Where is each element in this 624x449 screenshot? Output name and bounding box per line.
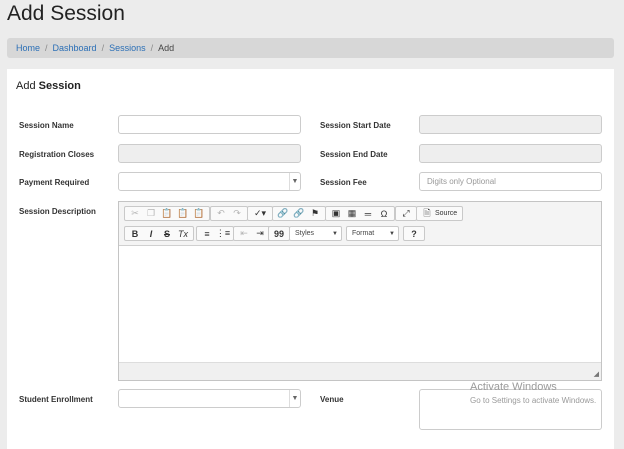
panel-title-prefix: Add xyxy=(16,80,39,92)
help-group: ? xyxy=(403,226,425,241)
breadcrumb-separator: / xyxy=(101,43,105,53)
copy-icon[interactable]: ❐ xyxy=(143,207,159,220)
italic-button[interactable]: I xyxy=(143,227,159,240)
link-group: 🔗 🔗 ⚑ xyxy=(272,206,326,221)
venue-label: Venue xyxy=(320,395,344,404)
undo-icon[interactable]: ↶ xyxy=(213,207,229,220)
chevron-down-icon: ▼ xyxy=(332,230,338,237)
special-char-icon[interactable]: Ω xyxy=(376,207,392,220)
undo-group: ↶ ↷ xyxy=(210,206,248,221)
breadcrumb-current: Add xyxy=(158,43,175,53)
table-icon[interactable]: ▦ xyxy=(344,207,360,220)
paste-text-icon[interactable]: 📋 xyxy=(175,207,191,220)
indent-icon[interactable]: ⇥ xyxy=(252,227,268,240)
rich-text-editor: ✂ ❐ 📋 📋 📋 ↶ ↷ ✓▾ 🔗 🔗 ⚑ ▣ ▦ ═ Ω ⤢ 🗎 Sourc… xyxy=(118,201,602,381)
student-enrollment-select[interactable]: ▼ xyxy=(118,389,301,408)
unlink-icon[interactable]: 🔗 xyxy=(291,207,307,220)
student-enrollment-label: Student Enrollment xyxy=(19,395,93,404)
session-description-label: Session Description xyxy=(19,207,96,216)
cut-icon[interactable]: ✂ xyxy=(127,207,143,220)
registration-closes-label: Registration Closes xyxy=(19,150,95,159)
strike-button[interactable]: S xyxy=(159,227,175,240)
remove-format-button[interactable]: Tx xyxy=(175,227,191,240)
payment-required-select[interactable]: ▼ xyxy=(118,172,301,191)
maximize-group: ⤢ xyxy=(395,206,417,221)
blockquote-group: 99 xyxy=(268,226,290,241)
help-button[interactable]: ? xyxy=(406,227,422,240)
activate-windows-subtitle: Go to Settings to activate Windows. xyxy=(470,396,597,405)
breadcrumb-separator: / xyxy=(150,43,154,53)
format-dropdown[interactable]: Format ▼ xyxy=(346,226,399,241)
numbered-list-icon[interactable]: ≡ xyxy=(199,227,215,240)
spellcheck-group: ✓▾ xyxy=(247,206,273,221)
anchor-flag-icon[interactable]: ⚑ xyxy=(307,207,323,220)
payment-required-label: Payment Required xyxy=(19,178,90,187)
session-start-date-label: Session Start Date xyxy=(320,121,391,130)
list-group: ≡ ⋮≡ xyxy=(196,226,234,241)
bold-button[interactable]: B xyxy=(127,227,143,240)
bulleted-list-icon[interactable]: ⋮≡ xyxy=(215,227,231,240)
blockquote-button[interactable]: 99 xyxy=(271,227,287,240)
image-icon[interactable]: ▣ xyxy=(328,207,344,220)
editor-footer: ◢ xyxy=(119,362,601,380)
session-end-date-label: Session End Date xyxy=(320,150,388,159)
resize-handle-icon[interactable]: ◢ xyxy=(594,370,599,378)
registration-closes-input[interactable] xyxy=(118,144,301,163)
indent-group: ⇤ ⇥ xyxy=(233,226,271,241)
clipboard-group: ✂ ❐ 📋 📋 📋 xyxy=(124,206,210,221)
session-start-date-input[interactable] xyxy=(419,115,602,134)
breadcrumb-separator: / xyxy=(45,43,48,53)
breadcrumb-sessions[interactable]: Sessions xyxy=(109,43,146,53)
activate-windows-title: Activate Windows xyxy=(470,381,557,393)
breadcrumb-dashboard[interactable]: Dashboard xyxy=(53,43,97,53)
panel-title: Add Session xyxy=(16,80,81,92)
spellcheck-icon[interactable]: ✓▾ xyxy=(250,207,270,220)
format-dropdown-label: Format xyxy=(352,230,375,237)
chevron-down-icon: ▼ xyxy=(389,230,395,237)
session-name-input[interactable] xyxy=(118,115,301,134)
editor-toolbar: ✂ ❐ 📋 📋 📋 ↶ ↷ ✓▾ 🔗 🔗 ⚑ ▣ ▦ ═ Ω ⤢ 🗎 Sourc… xyxy=(119,202,601,246)
panel-title-bold: Session xyxy=(38,80,81,92)
paste-icon[interactable]: 📋 xyxy=(159,207,175,220)
source-group: 🗎 Source xyxy=(416,206,464,221)
redo-icon[interactable]: ↷ xyxy=(229,207,245,220)
session-name-label: Session Name xyxy=(19,121,74,130)
insert-group: ▣ ▦ ═ Ω xyxy=(325,206,395,221)
breadcrumb: Home / Dashboard / Sessions / Add xyxy=(7,38,614,58)
chevron-down-icon: ▼ xyxy=(289,390,300,407)
horizontal-line-icon[interactable]: ═ xyxy=(360,207,376,220)
source-button[interactable]: Source xyxy=(435,210,460,217)
add-session-panel: Add Session Session Name Session Start D… xyxy=(7,69,614,449)
breadcrumb-home[interactable]: Home xyxy=(16,43,40,53)
link-icon[interactable]: 🔗 xyxy=(275,207,291,220)
maximize-icon[interactable]: ⤢ xyxy=(398,207,414,220)
chevron-down-icon: ▼ xyxy=(289,173,300,190)
styles-dropdown[interactable]: Styles ▼ xyxy=(289,226,342,241)
outdent-icon[interactable]: ⇤ xyxy=(236,227,252,240)
editor-content-area[interactable] xyxy=(119,246,601,362)
styles-dropdown-label: Styles xyxy=(295,230,315,237)
basic-styles-group: B I S Tx xyxy=(124,226,194,241)
paste-word-icon[interactable]: 📋 xyxy=(191,207,207,220)
session-fee-input[interactable]: Digits only Optional xyxy=(419,172,602,191)
session-end-date-input[interactable] xyxy=(419,144,602,163)
session-fee-label: Session Fee xyxy=(320,178,367,187)
source-icon: 🗎 xyxy=(423,207,431,218)
page-title: Add Session xyxy=(7,2,125,25)
